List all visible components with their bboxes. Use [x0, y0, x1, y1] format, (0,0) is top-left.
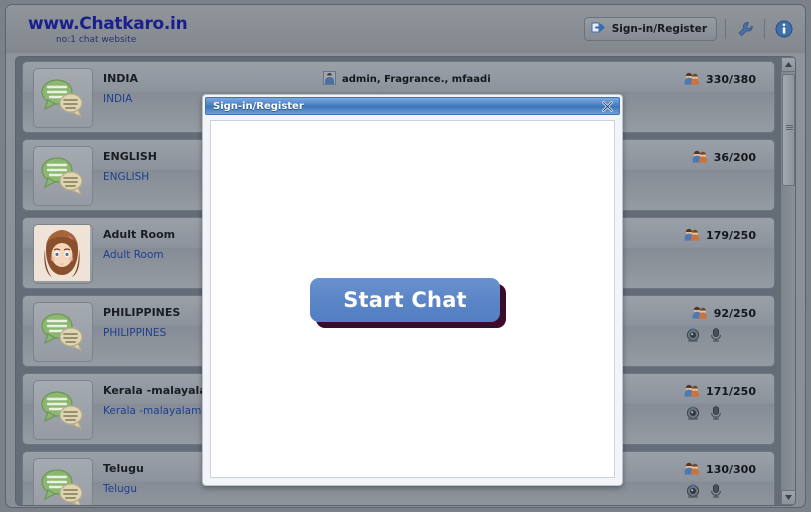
- users-icon: [684, 383, 700, 400]
- room-moderators-label: admin, Fragrance., mfaadi: [342, 74, 491, 85]
- room-occupancy-label: 330/380: [706, 73, 756, 86]
- modal-content-area: Start Chat: [210, 120, 615, 478]
- room-media-icons: [686, 405, 722, 424]
- logo-main-text: www.Chatkaro.in: [28, 14, 188, 34]
- room-occupancy-label: 130/300: [706, 463, 756, 476]
- room-occupancy: 92/250: [692, 305, 756, 322]
- users-icon: [684, 461, 700, 478]
- room-description-link[interactable]: Telugu: [103, 483, 137, 495]
- room-occupancy-label: 179/250: [706, 229, 756, 242]
- users-icon: [684, 71, 700, 88]
- room-description-link[interactable]: Adult Room: [103, 249, 164, 261]
- header-divider-1: [725, 19, 726, 39]
- female-avatar-icon: [33, 224, 93, 284]
- room-occupancy-label: 92/250: [713, 307, 756, 320]
- sign-in-register-modal: Sign-in/Register Start Chat: [202, 94, 623, 486]
- chat-bubbles-icon: [33, 302, 93, 362]
- room-title: PHILIPPINES: [103, 306, 181, 319]
- sign-in-register-button[interactable]: Sign-in/Register: [583, 17, 717, 41]
- room-occupancy-label: 36/200: [713, 151, 756, 164]
- users-icon: [692, 305, 708, 322]
- info-icon[interactable]: [773, 18, 795, 40]
- modal-title-bar[interactable]: Sign-in/Register: [205, 97, 620, 115]
- chevron-down-icon: [785, 495, 792, 500]
- room-title: INDIA: [103, 72, 139, 85]
- microphone-icon: [710, 327, 722, 346]
- room-occupancy: 171/250: [684, 383, 756, 400]
- sign-in-register-label: Sign-in/Register: [611, 23, 707, 35]
- users-icon: [684, 227, 700, 244]
- page-header: www.Chatkaro.in no:1 chat website Sign-i…: [6, 5, 805, 53]
- room-media-icons: [686, 327, 722, 346]
- room-title: ENGLISH: [103, 150, 157, 163]
- scrollbar-thumb[interactable]: [782, 74, 795, 186]
- room-occupancy: 179/250: [684, 227, 756, 244]
- chevron-up-icon: [785, 62, 792, 67]
- start-chat-container: Start Chat: [310, 278, 506, 328]
- user-icon: [323, 71, 336, 88]
- room-description-link[interactable]: PHILIPPINES: [103, 327, 166, 339]
- room-media-icons: [686, 483, 722, 502]
- room-occupancy-label: 171/250: [706, 385, 756, 398]
- chat-bubbles-icon: [33, 458, 93, 505]
- header-divider-2: [764, 19, 765, 39]
- site-logo[interactable]: www.Chatkaro.in no:1 chat website: [28, 14, 188, 46]
- room-description-link[interactable]: INDIA: [103, 93, 132, 105]
- start-chat-button[interactable]: Start Chat: [310, 278, 500, 322]
- users-icon: [692, 149, 708, 166]
- room-occupancy: 36/200: [692, 149, 756, 166]
- webcam-icon: [686, 327, 700, 346]
- room-description-link[interactable]: Kerala -malayalam: [103, 405, 201, 417]
- scroll-up-button[interactable]: [781, 57, 795, 72]
- room-title: Kerala -malayalam: [103, 384, 219, 397]
- room-occupancy: 130/300: [684, 461, 756, 478]
- sign-in-arrow-icon: [591, 21, 606, 37]
- logo-tagline: no:1 chat website: [56, 35, 137, 45]
- webcam-icon: [686, 483, 700, 502]
- scrollbar-grip-icon: [786, 125, 793, 131]
- chat-bubbles-icon: [33, 380, 93, 440]
- webcam-icon: [686, 405, 700, 424]
- room-title: Adult Room: [103, 228, 176, 241]
- room-occupancy: 330/380: [684, 71, 756, 88]
- chat-bubbles-icon: [33, 146, 93, 206]
- modal-title-label: Sign-in/Register: [213, 100, 304, 112]
- scroll-down-button[interactable]: [781, 490, 795, 505]
- room-description-link[interactable]: ENGLISH: [103, 171, 149, 183]
- room-moderators: admin, Fragrance., mfaadi: [323, 71, 491, 88]
- header-actions: Sign-in/Register: [583, 17, 795, 41]
- wrench-icon[interactable]: [734, 18, 756, 40]
- window-frame: www.Chatkaro.in no:1 chat website Sign-i…: [5, 4, 806, 508]
- room-title: Telugu: [103, 462, 144, 475]
- close-icon[interactable]: [601, 100, 614, 113]
- room-list-scrollbar[interactable]: [780, 57, 795, 505]
- chat-bubbles-icon: [33, 68, 93, 128]
- microphone-icon: [710, 483, 722, 502]
- chat-room-list-page: www.Chatkaro.in no:1 chat website Sign-i…: [0, 0, 811, 512]
- microphone-icon: [710, 405, 722, 424]
